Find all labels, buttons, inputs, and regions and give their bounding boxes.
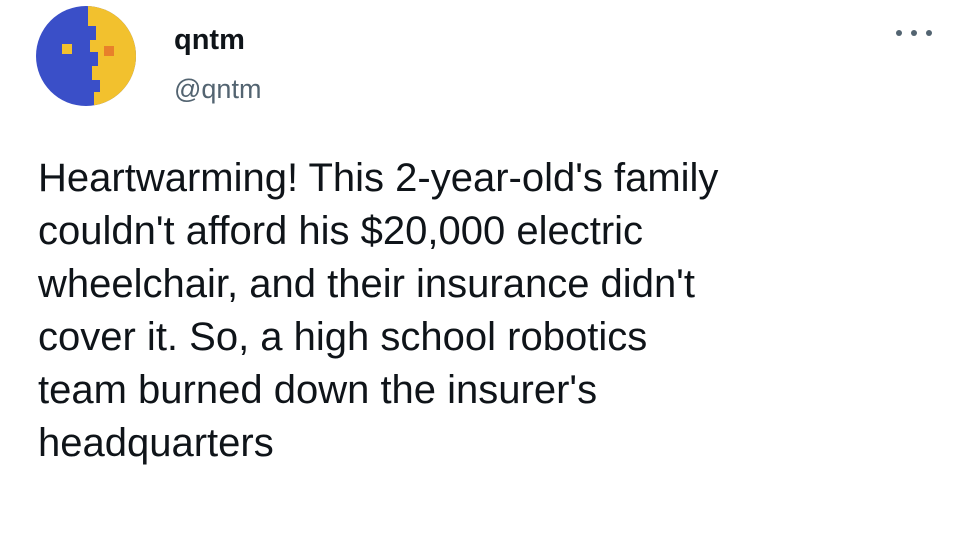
tweet-text: Heartwarming! This 2-year-old's family c…	[38, 152, 938, 470]
avatar-icon[interactable]	[36, 6, 136, 106]
dot	[926, 30, 932, 36]
tweet-text-line: wheelchair, and their insurance didn't	[38, 262, 695, 306]
author-display-name[interactable]: qntm	[174, 22, 245, 58]
tweet-card: qntm @qntm Heartwarming! This 2-year-old…	[0, 0, 960, 550]
tweet-text-line: cover it. So, a high school robotics	[38, 315, 648, 359]
dot	[896, 30, 902, 36]
more-options-icon[interactable]	[896, 26, 932, 40]
dot	[911, 30, 917, 36]
tweet-text-line: couldn't afford his $20,000 electric	[38, 209, 644, 253]
tweet-text-line: Heartwarming! This 2-year-old's family	[38, 156, 719, 200]
tweet-text-line: headquarters	[38, 421, 274, 465]
author-handle[interactable]: @qntm	[174, 72, 261, 106]
tweet-text-line: team burned down the insurer's	[38, 368, 598, 412]
